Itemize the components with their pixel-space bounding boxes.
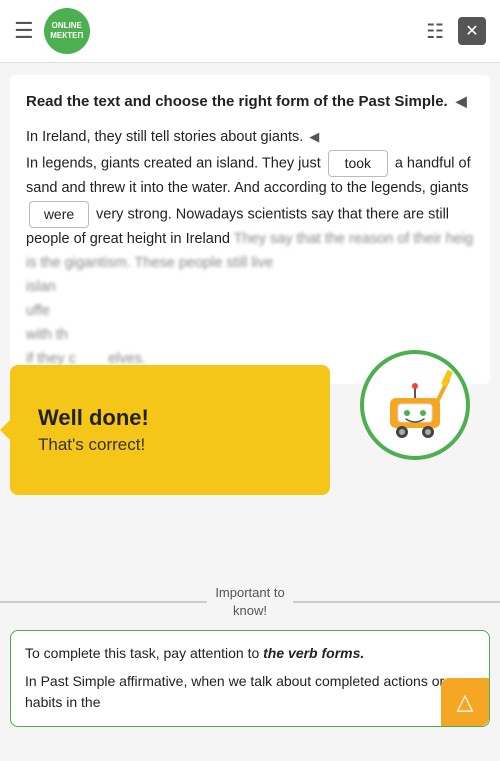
answer-were: were [29, 201, 89, 228]
divider-label: Important to know! [215, 584, 284, 620]
audio-inline-icon[interactable]: ◀ [309, 129, 319, 144]
info-line2: In Past Simple affirmative, when we talk… [25, 671, 475, 714]
text-body: In Ireland, they still tell stories abou… [26, 126, 474, 372]
para2: In legends, giants created an island. Th… [26, 155, 321, 171]
logo: ONLINE МЕКТЕП [44, 8, 90, 54]
header-left: ☰ ONLINE МЕКТЕП [14, 8, 90, 54]
important-line2: know! [233, 603, 267, 618]
info-line1: To complete this task, pay attention to … [25, 643, 475, 665]
well-done-title: Well done! [38, 405, 330, 431]
instruction-text: Read the text and choose the right form … [26, 91, 474, 112]
blurred-text-1: They say that the reason of their heig [234, 231, 473, 247]
logo-line1: ONLINE [52, 21, 82, 31]
well-done-overlay: Well done! That's correct! [0, 340, 500, 520]
warning-button[interactable]: △ [441, 678, 489, 726]
close-button[interactable]: ✕ [458, 17, 486, 45]
instruction-label: Read the text and choose the right form … [26, 93, 448, 110]
well-done-subtitle: That's correct! [38, 435, 330, 455]
para1: In Ireland, they still tell stories abou… [26, 129, 303, 145]
blurred-line2: uffe [26, 303, 50, 319]
hamburger-icon[interactable]: ☰ [14, 18, 34, 44]
blurred-line1: islan [26, 279, 56, 295]
main-content: Read the text and choose the right form … [10, 75, 490, 384]
answer-took: took [328, 150, 388, 177]
mascot [360, 350, 480, 470]
instruction-audio-icon[interactable]: ◀ [456, 93, 467, 109]
mascot-circle [360, 350, 470, 460]
info-text2: In Past Simple affirmative, when we talk… [25, 673, 444, 711]
divider-line-left [0, 601, 207, 603]
info-box: To complete this task, pay attention to … [10, 630, 490, 727]
blurred-text-2: is the gigantism. These people still liv… [26, 255, 273, 271]
header: ☰ ONLINE МЕКТЕП ☷ ✕ [0, 0, 500, 63]
important-line1: Important to [215, 585, 284, 600]
info-bold: the verb forms. [263, 645, 364, 661]
divider-line-right [293, 601, 500, 603]
divider-section: Important to know! [0, 584, 500, 620]
mascot-svg [370, 360, 460, 450]
header-icons: ☷ ✕ [426, 17, 486, 45]
logo-line2: МЕКТЕП [50, 31, 83, 41]
well-done-box: Well done! That's correct! [10, 365, 330, 495]
grid-icon[interactable]: ☷ [426, 19, 444, 44]
info-text1: To complete this task, pay attention to [25, 645, 263, 661]
